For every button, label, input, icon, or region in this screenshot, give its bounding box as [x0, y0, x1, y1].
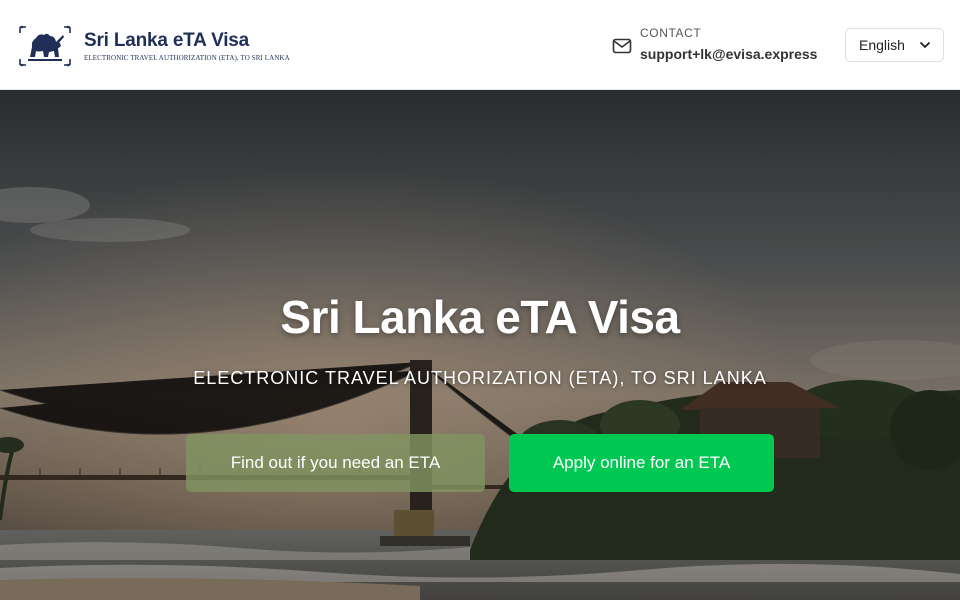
- site-logo[interactable]: Sri Lanka eTA Visa ELECTRONIC TRAVEL AUT…: [18, 23, 290, 69]
- hero-subtitle: ELECTRONIC TRAVEL AUTHORIZATION (ETA), T…: [193, 368, 767, 388]
- sri-lanka-lion-emblem: [19, 25, 71, 67]
- contact-label: CONTACT: [640, 26, 702, 40]
- hero-title: Sri Lanka eTA Visa: [280, 291, 680, 343]
- logo-title: Sri Lanka eTA Visa: [84, 30, 250, 51]
- language-select-value: English: [859, 37, 905, 53]
- contact-email-link[interactable]: support+lk@evisa.express: [640, 46, 817, 63]
- logo-subtitle: ELECTRONIC TRAVEL AUTHORIZATION (ETA), T…: [84, 54, 290, 62]
- contact-block: CONTACT support+lk@evisa.express: [612, 26, 817, 63]
- language-select[interactable]: English: [845, 28, 944, 62]
- find-out-eta-button[interactable]: Find out if you need an ETA: [186, 434, 485, 492]
- apply-online-eta-button[interactable]: Apply online for an ETA: [509, 434, 774, 492]
- hero-section: Sri Lanka eTA Visa ELECTRONIC TRAVEL AUT…: [0, 90, 960, 600]
- chevron-down-icon: [920, 42, 930, 48]
- site-header: Sri Lanka eTA Visa ELECTRONIC TRAVEL AUT…: [0, 0, 960, 90]
- hero-background-image: [0, 90, 960, 600]
- mail-icon: [612, 38, 632, 54]
